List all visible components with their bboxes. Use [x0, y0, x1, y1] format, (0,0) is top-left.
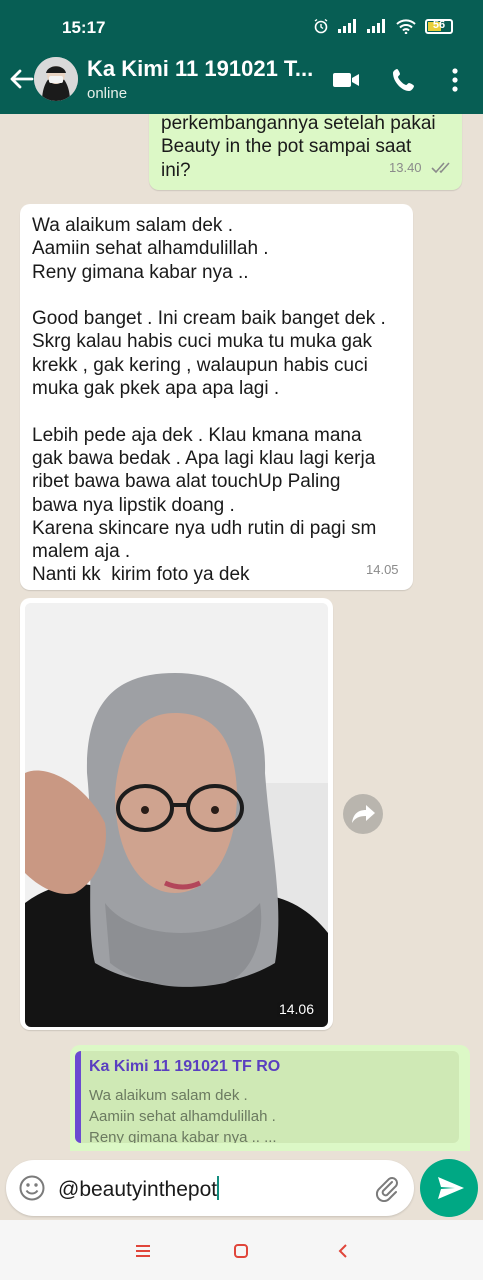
- reply-preview[interactable]: Ka Kimi 11 191021 TF RO Wa alaikum salam…: [70, 1045, 470, 1151]
- alarm-icon: [314, 18, 328, 34]
- status-bar: 15:17 56: [0, 0, 483, 52]
- forward-button[interactable]: [343, 794, 383, 834]
- attach-icon[interactable]: [372, 1174, 400, 1202]
- quoted-line: Reny gimana kabar nya .. ...: [89, 1129, 277, 1143]
- more-options-icon[interactable]: [445, 66, 465, 94]
- message-input[interactable]: @beautyinthepot: [58, 1176, 220, 1202]
- status-time: 15:17: [62, 18, 106, 37]
- avatar[interactable]: [34, 57, 78, 101]
- message-text: Wa alaikum salam dek . Aamiin sehat alha…: [32, 215, 386, 586]
- quoted-sender: Ka Kimi 11 191021 TF RO: [89, 1058, 281, 1075]
- quoted-line: Aamiin sehat alhamdulillah .: [89, 1108, 276, 1125]
- battery-icon: 56: [425, 18, 453, 34]
- send-icon: [438, 1177, 464, 1199]
- message-time: 14.05: [366, 562, 399, 577]
- back-nav-icon[interactable]: [332, 1240, 354, 1262]
- home-nav-icon[interactable]: [230, 1240, 252, 1262]
- send-button[interactable]: [420, 1159, 478, 1217]
- message-bubble-incoming[interactable]: Wa alaikum salam dek . Aamiin sehat alha…: [20, 204, 413, 590]
- message-time: 14.06: [278, 1001, 314, 1017]
- emoji-icon[interactable]: [18, 1174, 46, 1202]
- status-icons: 56: [313, 18, 453, 34]
- battery-level: 56: [432, 18, 446, 31]
- message-composer[interactable]: @beautyinthepot: [6, 1160, 414, 1216]
- signal-icon-2: [367, 19, 385, 33]
- chat-title[interactable]: Ka Kimi 11 191021 T...: [87, 56, 322, 82]
- quoted-message: Ka Kimi 11 191021 TF RO Wa alaikum salam…: [75, 1051, 459, 1143]
- image-message[interactable]: 14.06: [20, 598, 333, 1030]
- phone-call-icon[interactable]: [390, 66, 420, 94]
- app-header: 15:17 56 Ka Kimi 11 191021 T... online: [0, 0, 483, 114]
- quote-bar: [75, 1051, 81, 1143]
- quoted-line: Wa alaikum salam dek .: [89, 1087, 248, 1104]
- photo[interactable]: 14.06: [25, 603, 328, 1027]
- system-nav-bar: [0, 1220, 483, 1280]
- message-bubble-outgoing[interactable]: perkembangannya setelah pakai Beauty in …: [149, 114, 462, 190]
- back-arrow-icon[interactable]: [6, 64, 36, 94]
- message-time: 13.40: [389, 160, 422, 175]
- signal-icon: [338, 19, 356, 33]
- video-call-icon[interactable]: [331, 66, 361, 94]
- presence-status: online: [87, 85, 128, 102]
- message-input-value: @beautyinthepot: [58, 1178, 218, 1201]
- text-caret: [217, 1176, 220, 1200]
- double-check-icon: [431, 162, 450, 174]
- forward-icon: [352, 805, 375, 823]
- menu-nav-icon[interactable]: [132, 1240, 154, 1262]
- wifi-icon: [396, 18, 416, 34]
